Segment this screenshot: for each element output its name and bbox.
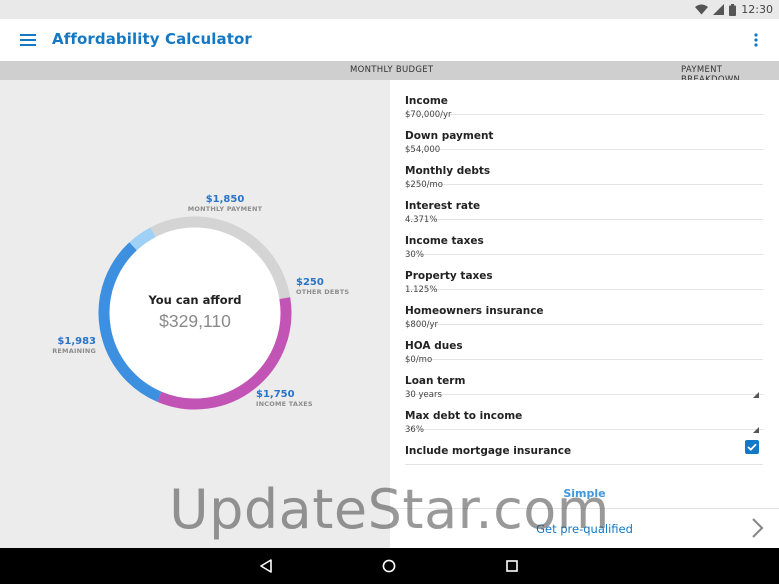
chevron-right-icon <box>752 518 764 538</box>
loan-term-dropdown[interactable]: Loan term 30 years <box>405 360 763 400</box>
simple-button[interactable]: Simple <box>390 487 779 500</box>
get-prequalified-label: Get pre-qualified <box>536 522 633 536</box>
other-debts-amount: $250 <box>296 277 324 288</box>
monthly-payment-amount: $1,850 <box>205 194 245 205</box>
down-payment-field[interactable]: Down payment $54,000 <box>405 115 763 155</box>
mortgage-insurance-checkbox[interactable] <box>745 440 759 454</box>
system-nav-bar <box>0 548 779 584</box>
income-taxes-desc: INCOME TAXES <box>256 400 313 408</box>
back-icon[interactable] <box>256 556 276 576</box>
field-label: Include mortgage insurance <box>405 445 572 457</box>
monthly-payment-desc: MONTHLY PAYMENT <box>187 205 263 213</box>
inputs-panel: Income $70,000/yr Down payment $54,000 M… <box>390 80 779 548</box>
income-taxes-field[interactable]: Income taxes 30% <box>405 220 763 260</box>
field-label: Max debt to income <box>405 410 523 422</box>
field-label: Interest rate <box>405 200 481 212</box>
tab-bar: MONTHLY BUDGET PAYMENT BREAKDOWN <box>0 61 779 85</box>
income-taxes-amount: $1,750 <box>256 389 295 400</box>
interest-rate-field[interactable]: Interest rate 4.371% <box>405 185 763 225</box>
other-debts-desc: OTHER DEBTS <box>296 288 350 296</box>
battery-icon <box>729 3 737 16</box>
income-taxes-label: $1,750 INCOME TAXES <box>256 389 313 408</box>
afford-value: $329,110 <box>159 311 231 331</box>
field-label: Homeowners insurance <box>405 305 544 317</box>
hoa-dues-field[interactable]: HOA dues $0/mo <box>405 325 763 365</box>
remaining-label: $1,983 REMAINING <box>30 336 96 355</box>
field-label: Loan term <box>405 375 466 387</box>
overflow-menu-icon[interactable] <box>745 29 767 51</box>
field-label: Monthly debts <box>405 165 491 177</box>
budget-chart-panel: You can afford $329,110 $1,850 MONTHLY P… <box>0 80 390 548</box>
field-label: Down payment <box>405 130 494 142</box>
app-title: Affordability Calculator <box>52 30 252 48</box>
app-bar: Affordability Calculator <box>0 19 779 61</box>
income-field[interactable]: Income $70,000/yr <box>405 80 763 120</box>
mortgage-insurance-row[interactable]: Include mortgage insurance <box>405 430 763 465</box>
field-label: Income <box>405 95 448 107</box>
monthly-debts-field[interactable]: Monthly debts $250/mo <box>405 150 763 190</box>
other-debts-label: $250 OTHER DEBTS <box>296 277 349 296</box>
status-bar: 12:30 <box>0 0 779 19</box>
get-prequalified-button[interactable]: Get pre-qualified <box>390 508 779 548</box>
status-icons: 12:30 <box>695 2 773 17</box>
hamburger-menu-icon[interactable] <box>17 30 39 50</box>
field-label: Property taxes <box>405 270 493 282</box>
signal-icon <box>713 4 725 15</box>
monthly-payment-label: $1,850 MONTHLY PAYMENT <box>180 194 270 213</box>
field-label: Income taxes <box>405 235 484 247</box>
wifi-icon <box>695 4 709 15</box>
home-icon[interactable] <box>379 556 399 576</box>
recents-icon[interactable] <box>502 556 522 576</box>
status-time: 12:30 <box>741 3 773 16</box>
tab-monthly-budget[interactable]: MONTHLY BUDGET <box>350 65 433 75</box>
property-taxes-field[interactable]: Property taxes 1.125% <box>405 255 763 295</box>
checkmark-icon <box>747 443 757 451</box>
remaining-desc: REMAINING <box>52 347 96 355</box>
remaining-amount: $1,983 <box>57 336 96 347</box>
field-label: HOA dues <box>405 340 463 352</box>
max-debt-to-income-dropdown[interactable]: Max debt to income 36% <box>405 395 763 435</box>
afford-label: You can afford <box>148 293 242 307</box>
homeowners-insurance-field[interactable]: Homeowners insurance $800/yr <box>405 290 763 330</box>
